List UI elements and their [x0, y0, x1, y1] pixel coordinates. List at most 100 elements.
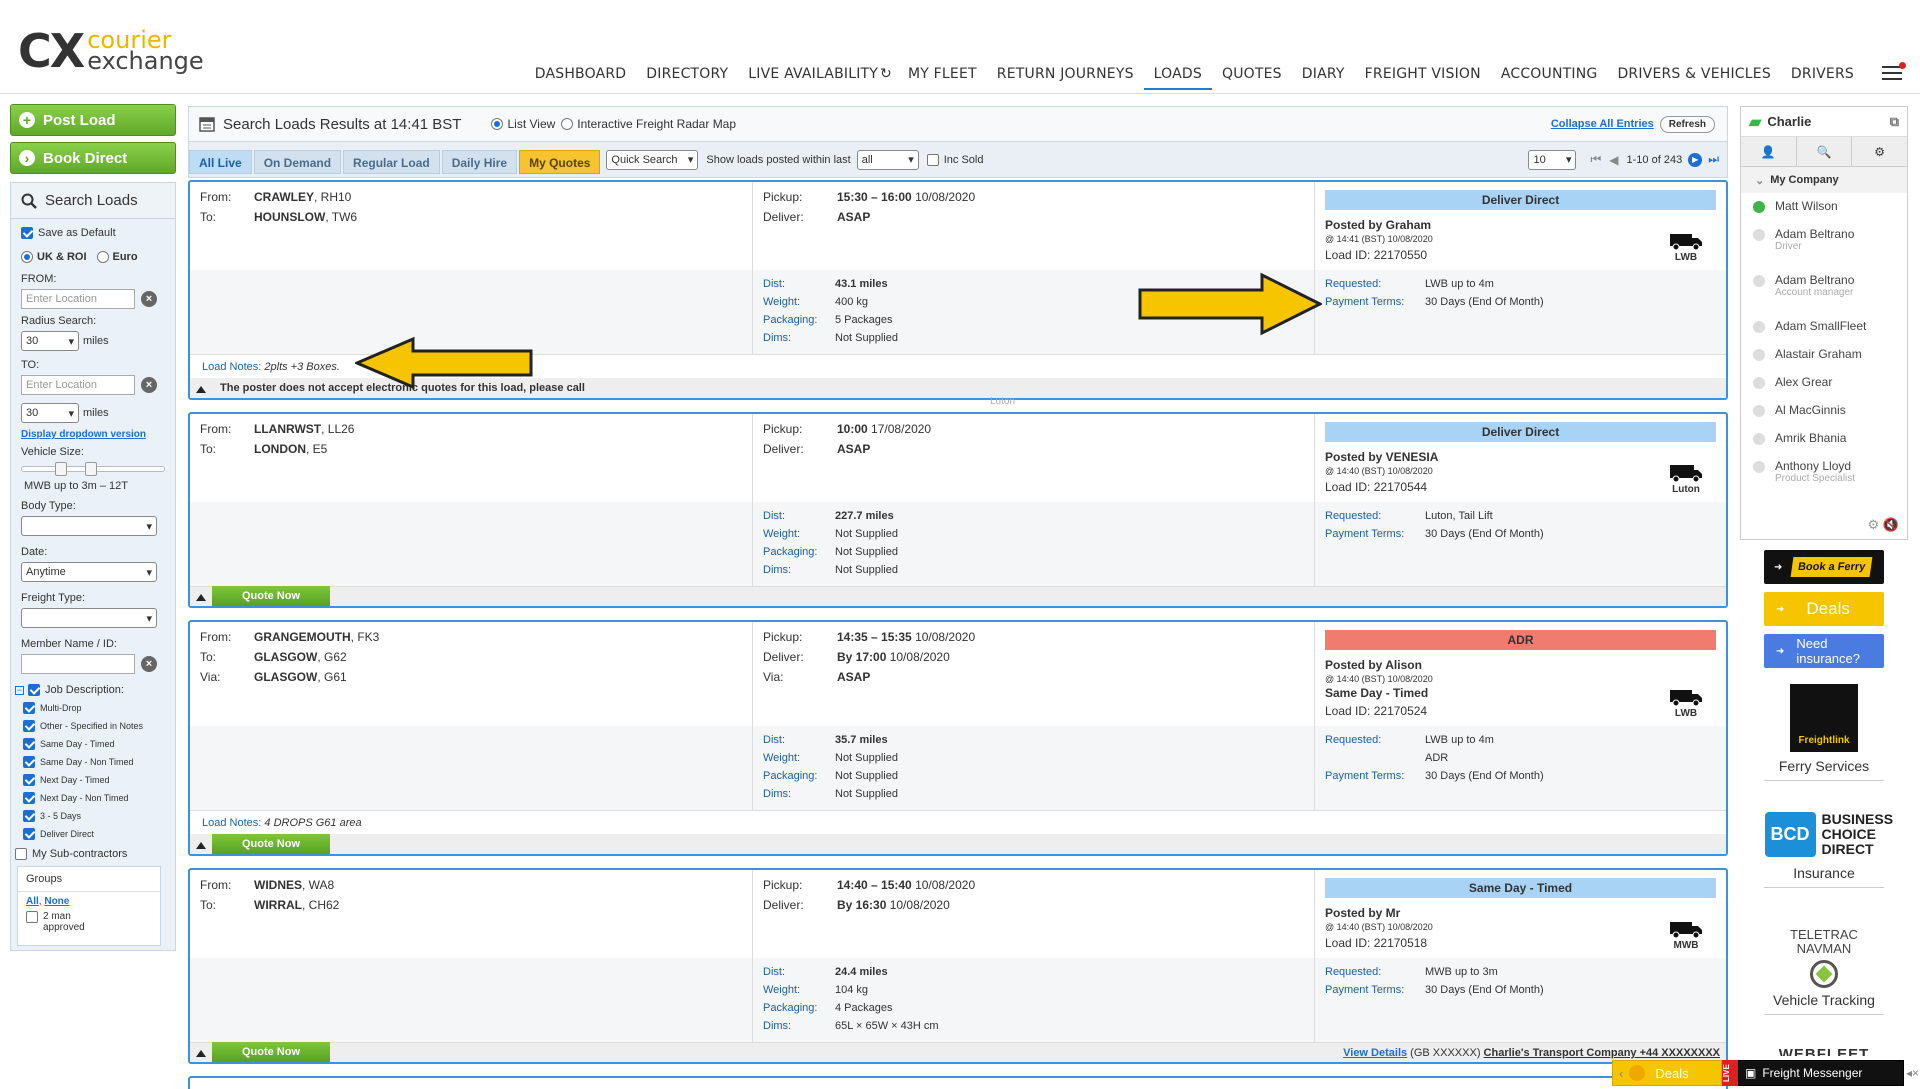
view-details-link[interactable]: View Details — [1343, 1047, 1407, 1059]
to-radius-select[interactable]: 30 ▾ — [21, 403, 79, 423]
date-select[interactable]: Anytime ▾ — [21, 562, 157, 582]
footer-deals[interactable]: ‹ Deals — [1612, 1060, 1722, 1086]
slider-handle-min[interactable] — [55, 462, 67, 476]
tab-daily-hire[interactable]: Daily Hire — [441, 149, 518, 174]
job-checkbox[interactable] — [23, 720, 35, 732]
body-type-select[interactable]: ▾ — [21, 516, 157, 536]
tab-all-live[interactable]: All Live — [189, 149, 252, 174]
job-description-checkbox[interactable] — [28, 684, 40, 696]
job-checkbox[interactable] — [23, 738, 35, 750]
company-link[interactable]: Charlie's Transport Company +44 XXXXXXXX — [1484, 1047, 1720, 1059]
euro-radio[interactable] — [96, 251, 109, 263]
from-location-input[interactable]: Enter Location — [21, 289, 135, 309]
book-direct-button[interactable]: › Book Direct — [10, 142, 176, 174]
load-card[interactable]: From: GRANGEMOUTH, FK3 To: GLASGOW, G62 Vi… — [188, 620, 1728, 856]
load-card[interactable]: From: CRAWLEY, RH10 To: HOUNSLOW, TW6 Pick… — [188, 180, 1728, 407]
nav-dashboard[interactable]: DASHBOARD — [525, 66, 637, 90]
load-card-partial[interactable] — [188, 1076, 1728, 1089]
nav-my-fleet[interactable]: MY FLEET — [898, 66, 987, 90]
to-location-input[interactable]: Enter Location — [21, 375, 135, 395]
refresh-button[interactable]: Refresh — [1659, 115, 1715, 133]
collapse-triangle-icon[interactable] — [196, 1050, 206, 1057]
vehicle-size-slider[interactable] — [21, 462, 165, 476]
load-card[interactable]: From: WIDNES, WA8 To: WIRRAL, CH62 Pickup:… — [188, 868, 1728, 1064]
menu-icon[interactable] — [1882, 62, 1906, 80]
groups-none-link[interactable]: None — [44, 896, 69, 907]
load-card[interactable]: From: LLANRWST, LL26 To: LONDON, E5 Pickup… — [188, 412, 1728, 608]
prev-page-icon[interactable]: ◀ — [1609, 153, 1618, 167]
job-checkbox[interactable] — [23, 810, 35, 822]
quote-now-button[interactable]: Quote Now — [212, 1042, 330, 1062]
job-checkbox[interactable] — [23, 756, 35, 768]
nav-accounting[interactable]: ACCOUNTING — [1491, 66, 1608, 90]
nav-loads[interactable]: LOADS — [1143, 66, 1212, 90]
book-ferry-ad[interactable]: ➜ Book a Ferry — [1764, 550, 1884, 584]
list-view-radio[interactable] — [491, 118, 504, 130]
freight-messenger-button[interactable]: ▣ Freight Messenger — [1738, 1060, 1904, 1086]
chat-contact[interactable]: Al MacGinnis — [1741, 397, 1907, 425]
clear-icon[interactable]: × — [141, 377, 157, 393]
nav-diary[interactable]: DIARY — [1292, 66, 1355, 90]
job-checkbox[interactable] — [23, 774, 35, 786]
collapse-triangle-icon[interactable] — [196, 842, 206, 849]
nav-directory[interactable]: DIRECTORY — [636, 66, 738, 90]
clear-icon[interactable]: × — [141, 291, 157, 307]
collapse-triangle-icon[interactable] — [196, 386, 206, 393]
quote-now-button[interactable]: Quote Now — [212, 834, 330, 854]
radar-map-radio[interactable] — [561, 118, 574, 130]
member-input[interactable] — [21, 654, 135, 674]
freightlink-ad[interactable]: Freightlink Ferry Services — [1764, 684, 1884, 781]
last-page-icon[interactable]: ⏭ — [1708, 152, 1719, 167]
chat-contact[interactable]: Amrik Bhania — [1741, 425, 1907, 453]
tab-on-demand[interactable]: On Demand — [253, 149, 342, 174]
teletrac-ad[interactable]: TELETRAC NAVMAN Vehicle Tracking — [1764, 928, 1884, 1015]
nav-live-availability[interactable]: LIVE AVAILABILITY — [738, 66, 888, 90]
groups-all-link[interactable]: All — [26, 896, 39, 907]
uk-roi-radio[interactable] — [21, 251, 33, 263]
chat-contact[interactable]: Alastair Graham — [1741, 341, 1907, 369]
tab-regular-load[interactable]: Regular Load — [343, 149, 440, 174]
gear-icon[interactable]: ⚙ — [1868, 517, 1880, 532]
dropdown-version-link[interactable]: Display dropdown version — [21, 429, 146, 440]
mute-icon[interactable]: ◂× — [1906, 1066, 1919, 1080]
mute-icon[interactable]: 🔇 — [1883, 517, 1899, 532]
bcd-ad[interactable]: BCD BUSINESS CHOICE DIRECT Insurance — [1764, 812, 1893, 888]
inc-sold-checkbox[interactable] — [926, 153, 939, 166]
insurance-ad[interactable]: ➜ Need insurance? — [1764, 634, 1884, 668]
nav-quotes[interactable]: QUOTES — [1212, 66, 1292, 90]
group-checkbox[interactable] — [26, 911, 38, 923]
popout-icon[interactable]: ⧉ — [1890, 114, 1899, 130]
quote-now-button[interactable]: Quote Now — [212, 586, 330, 606]
chat-contact[interactable]: Alex Grear — [1741, 369, 1907, 397]
save-default-checkbox[interactable] — [21, 227, 33, 239]
freight-type-select[interactable]: ▾ — [21, 608, 157, 628]
add-contact-icon[interactable]: 👤 — [1741, 137, 1797, 166]
per-page-select[interactable]: 10 ▾ — [1528, 149, 1577, 170]
chat-contact[interactable]: Adam Beltrano Account manager — [1741, 267, 1907, 313]
chat-contact[interactable]: Matt Wilson — [1741, 193, 1907, 221]
deals-ad[interactable]: ➜ Deals — [1764, 592, 1884, 626]
post-load-button[interactable]: + Post Load — [10, 104, 176, 136]
subcontractors-checkbox[interactable] — [15, 848, 27, 860]
nav-return-journeys[interactable]: RETURN JOURNEYS — [987, 66, 1144, 90]
slider-handle-max[interactable] — [85, 462, 97, 476]
nav-drivers[interactable]: DRIVERS — [1781, 66, 1864, 90]
nav-freight-vision[interactable]: FREIGHT VISION — [1355, 66, 1491, 90]
posted-within-select[interactable]: all ▾ — [856, 149, 919, 170]
tab-my-quotes[interactable]: My Quotes — [519, 149, 601, 174]
first-page-icon[interactable]: ⏮ — [1590, 152, 1601, 167]
job-checkbox[interactable] — [23, 828, 35, 840]
chat-contact[interactable]: Adam SmallFleet — [1741, 313, 1907, 341]
job-checkbox[interactable] — [23, 702, 35, 714]
gear-icon[interactable]: ⚙ — [1852, 137, 1907, 166]
next-page-icon[interactable]: ▶ — [1688, 152, 1703, 167]
webfleet-ad[interactable]: WEBFLEET — [1764, 1046, 1884, 1056]
logo[interactable]: CX courier exchange — [18, 24, 204, 78]
nav-drivers-vehicles[interactable]: DRIVERS & VEHICLES — [1607, 66, 1780, 90]
from-radius-select[interactable]: 30 ▾ — [21, 331, 79, 351]
quick-search-select[interactable]: Quick Search ▾ — [606, 149, 699, 170]
collapse-triangle-icon[interactable] — [196, 594, 206, 601]
search-icon[interactable]: 🔍 — [1797, 137, 1853, 166]
collapse-icon[interactable]: − — [15, 685, 24, 695]
clear-icon[interactable]: × — [141, 656, 157, 672]
